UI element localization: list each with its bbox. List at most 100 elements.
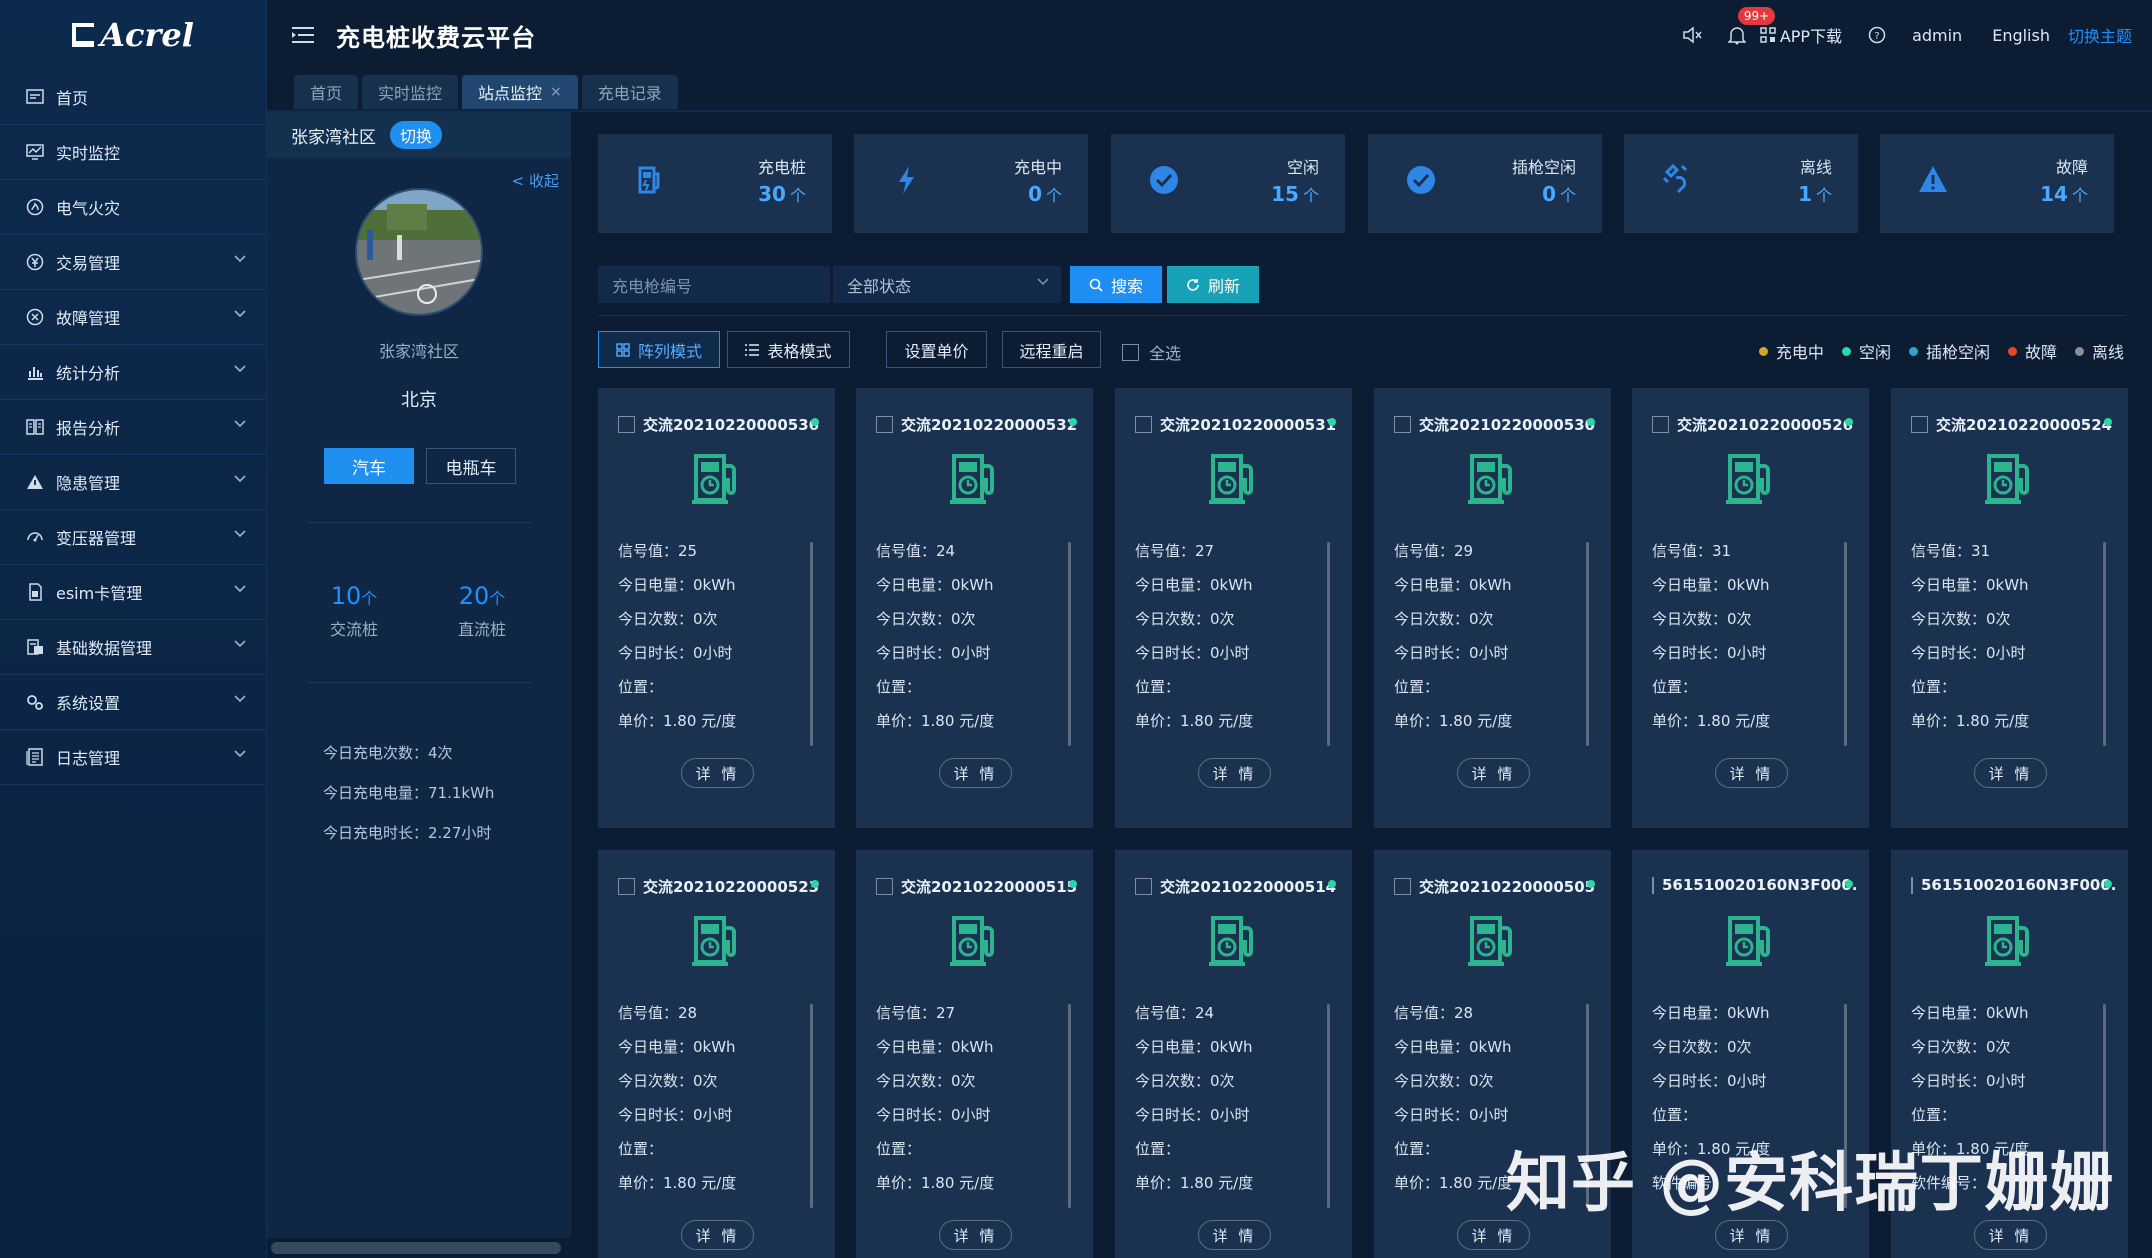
card-checkbox[interactable] [1911, 416, 1928, 433]
remote-restart-button[interactable]: 远程重启 [1002, 331, 1101, 368]
tab[interactable]: 站点监控 × [462, 75, 578, 109]
stat-label: 空闲 [1286, 158, 1319, 177]
charger-card[interactable]: 交流20210220000524 信号值：31 今日电量：0kWh 今日次数：0次 今日… [1891, 388, 2128, 828]
charger-card[interactable]: 交流20210220000526 信号值：31 今日电量：0kWh 今日次数：0次 今日… [1632, 388, 1869, 828]
mute-icon[interactable] [1682, 26, 1702, 44]
card-info-line: 今日时长：0小时 [1394, 644, 1509, 662]
charger-card[interactable]: 交流20210220000515 信号值：27 今日电量：0kWh 今日次数：0次 今日… [856, 850, 1093, 1258]
charger-card[interactable]: 交流20210220000514 信号值：24 今日电量：0kWh 今日次数：0次 今日… [1115, 850, 1352, 1258]
tab[interactable]: 首页 [294, 75, 359, 109]
tab-label: 站点监控 [478, 84, 543, 103]
app-download-link[interactable]: APP下载 [1760, 23, 1842, 47]
detail-button[interactable]: 详 情 [1715, 758, 1788, 788]
detail-button[interactable]: 详 情 [1457, 1220, 1530, 1250]
card-checkbox[interactable] [1394, 416, 1411, 433]
card-checkbox[interactable] [1652, 416, 1669, 433]
set-price-button[interactable]: 设置单价 [886, 331, 987, 368]
detail-button[interactable]: 详 情 [1457, 758, 1530, 788]
card-scrollbar[interactable] [1844, 542, 1847, 746]
sidebar-item[interactable]: 实时监控 [0, 125, 266, 180]
sidebar-item[interactable]: 报告分析 [0, 400, 266, 455]
card-checkbox[interactable] [1652, 876, 1654, 894]
station-switch-button[interactable]: 切换 [390, 121, 443, 149]
collapse-link[interactable]: < 收起 [512, 170, 559, 191]
sidebar-item[interactable]: 故障管理 [0, 290, 266, 345]
detail-button[interactable]: 详 情 [1198, 1220, 1271, 1250]
card-scrollbar[interactable] [2103, 542, 2106, 746]
card-checkbox[interactable] [1135, 878, 1152, 895]
sidebar-item[interactable]: 首页 [0, 70, 266, 125]
card-checkbox[interactable] [1394, 878, 1411, 895]
table-mode-button[interactable]: 表格模式 [727, 331, 850, 368]
legend-dot [1908, 346, 1918, 356]
stat-card[interactable]: 空闲 15 个 [1111, 134, 1345, 233]
card-scrollbar[interactable] [1068, 542, 1071, 746]
card-checkbox[interactable] [1135, 416, 1152, 433]
card-scrollbar[interactable] [810, 542, 813, 746]
gun-number-input[interactable]: 充电枪编号 [598, 266, 830, 303]
stat-card[interactable]: 充电桩 30 个 [598, 134, 832, 233]
sidebar-item[interactable]: 隐患管理 [0, 455, 266, 510]
card-checkbox[interactable] [1911, 876, 1913, 894]
detail-button[interactable]: 详 情 [681, 758, 754, 788]
tab-label: 充电记录 [597, 84, 662, 103]
detail-button[interactable]: 详 情 [939, 758, 1012, 788]
search-button[interactable]: 搜索 [1070, 266, 1162, 303]
sidebar-item[interactable]: 日志管理 [0, 730, 266, 785]
stat-card[interactable]: 充电中 0 个 [854, 134, 1088, 233]
sidebar-item[interactable]: 系统设置 [0, 675, 266, 730]
card-info-line: 今日次数：0次 [876, 1072, 976, 1090]
status-select[interactable]: 全部状态 [833, 266, 1061, 303]
vehicle-car-button[interactable]: 汽车 [324, 448, 414, 484]
detail-button[interactable]: 详 情 [939, 1220, 1012, 1250]
divider [598, 315, 2126, 316]
detail-button[interactable]: 详 情 [1974, 1220, 2047, 1250]
card-checkbox[interactable] [618, 416, 635, 433]
divider [307, 522, 531, 523]
card-scrollbar[interactable] [1327, 542, 1330, 746]
language-switch[interactable]: English [1992, 26, 2050, 45]
detail-button[interactable]: 详 情 [1715, 1220, 1788, 1250]
detail-button[interactable]: 详 情 [1974, 758, 2047, 788]
card-scrollbar[interactable] [810, 1004, 813, 1208]
card-scrollbar[interactable] [1068, 1004, 1071, 1208]
vehicle-ebike-button[interactable]: 电瓶车 [426, 448, 516, 484]
array-mode-button[interactable]: 阵列模式 [598, 331, 720, 368]
card-scrollbar[interactable] [1586, 542, 1589, 746]
detail-button[interactable]: 详 情 [681, 1220, 754, 1250]
select-all-checkbox[interactable]: 全选 [1122, 340, 1181, 364]
stat-card[interactable]: 故障 14 个 [1880, 134, 2114, 233]
detail-button[interactable]: 详 情 [1198, 758, 1271, 788]
charger-card[interactable]: 交流20210220000531 信号值：27 今日电量：0kWh 今日次数：0次 今日… [1115, 388, 1352, 828]
checkbox[interactable] [1122, 343, 1139, 361]
sidebar-item[interactable]: esim卡管理 [0, 565, 266, 620]
sidebar-item[interactable]: 变压器管理 [0, 510, 266, 565]
charger-card[interactable]: 交流20210220000532 信号值：24 今日电量：0kWh 今日次数：0次 今日… [856, 388, 1093, 828]
tab[interactable]: 充电记录 [581, 75, 678, 109]
panel-scrollbar[interactable] [267, 1238, 571, 1258]
card-checkbox[interactable] [876, 416, 893, 433]
card-checkbox[interactable] [876, 878, 893, 895]
user-menu[interactable]: admin [1912, 26, 1962, 45]
charger-card[interactable]: 交流20210220000523 信号值：28 今日电量：0kWh 今日次数：0次 今日… [598, 850, 835, 1258]
notification-bell[interactable]: 99+ [1727, 7, 1776, 45]
charger-card[interactable]: 交流20210220000536 信号值：25 今日电量：0kWh 今日次数：0次 今日… [598, 388, 835, 828]
close-icon[interactable]: × [550, 84, 562, 100]
card-checkbox[interactable] [618, 878, 635, 895]
charger-card[interactable]: 交流20210220000530 信号值：29 今日电量：0kWh 今日次数：0次 今日… [1374, 388, 1611, 828]
menu-toggle-icon[interactable] [292, 26, 314, 44]
card-info-line: 今日时长：0小时 [1135, 644, 1250, 662]
stat-card[interactable]: 离线 1 个 [1624, 134, 1858, 233]
card-info-line: 信号值：31 [1652, 542, 1732, 560]
stat-card[interactable]: 插枪空闲 0 个 [1368, 134, 1602, 233]
sidebar-item[interactable]: 电气火灾 [0, 180, 266, 235]
help-icon[interactable]: ? [1868, 26, 1886, 44]
chevron-down-icon [234, 640, 246, 648]
theme-switch[interactable]: 切换主题 [2068, 23, 2132, 47]
sidebar-item[interactable]: 交易管理 [0, 235, 266, 290]
tab[interactable]: 实时监控 [362, 75, 459, 109]
card-scrollbar[interactable] [1327, 1004, 1330, 1208]
sidebar-item[interactable]: 基础数据管理 [0, 620, 266, 675]
sidebar-item[interactable]: 统计分析 [0, 345, 266, 400]
refresh-button[interactable]: 刷新 [1167, 266, 1259, 303]
